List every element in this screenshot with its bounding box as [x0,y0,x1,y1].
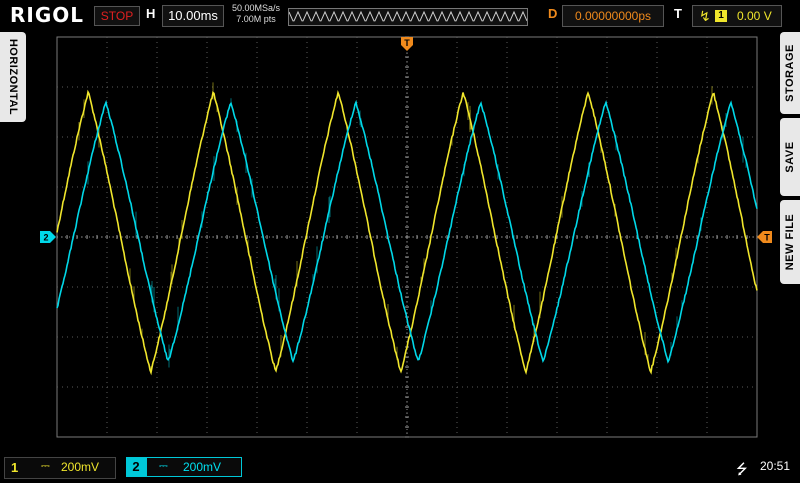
channel-1-scale: 200mV [61,460,100,474]
new-file-menu-tab[interactable]: NEW FILE [780,200,800,284]
clock-time: 20:51 [760,459,791,473]
trigger-position-label: T [404,38,410,48]
dc-coupling-icon: ⎓ [159,460,168,472]
horizontal-tab-label: HORIZONTAL [7,38,19,116]
save-menu-tab[interactable]: SAVE [780,118,800,196]
trigger-level-marker: T [757,231,772,243]
storage-tab-label: STORAGE [784,44,796,102]
trigger-position-marker: T [401,37,413,51]
screen-markers: T T 2 [40,37,772,243]
usb-icon: ⭍ [736,461,748,477]
new-file-tab-label: NEW FILE [784,213,796,271]
save-tab-label: SAVE [784,141,796,173]
channel-1-number: 1 [11,460,19,475]
storage-menu-tab[interactable]: STORAGE [780,32,800,114]
graticule [56,36,758,438]
channel-2-offset-label: 2 [43,233,48,243]
dc-coupling-icon: ⎓ [41,460,50,472]
channel-2-scale: 200mV [183,460,222,474]
bottom-channel-bar: 1 ⎓ 200mV 2 ⎓ 200mV ⭍ 20:51 [0,454,800,480]
channel-2-scale-box: ⎓ 200mV [146,457,242,477]
channel-2-settings[interactable]: 2 ⎓ 200mV [126,457,242,477]
channel-2-offset-marker: 2 [40,231,56,243]
horizontal-menu-tab[interactable]: HORIZONTAL [0,32,26,122]
channel-2-number: 2 [126,457,146,477]
trigger-level-label: T [764,233,770,243]
channel-1-settings[interactable]: 1 ⎓ 200mV [4,457,116,479]
scope-screen: T T 2 [40,36,772,438]
